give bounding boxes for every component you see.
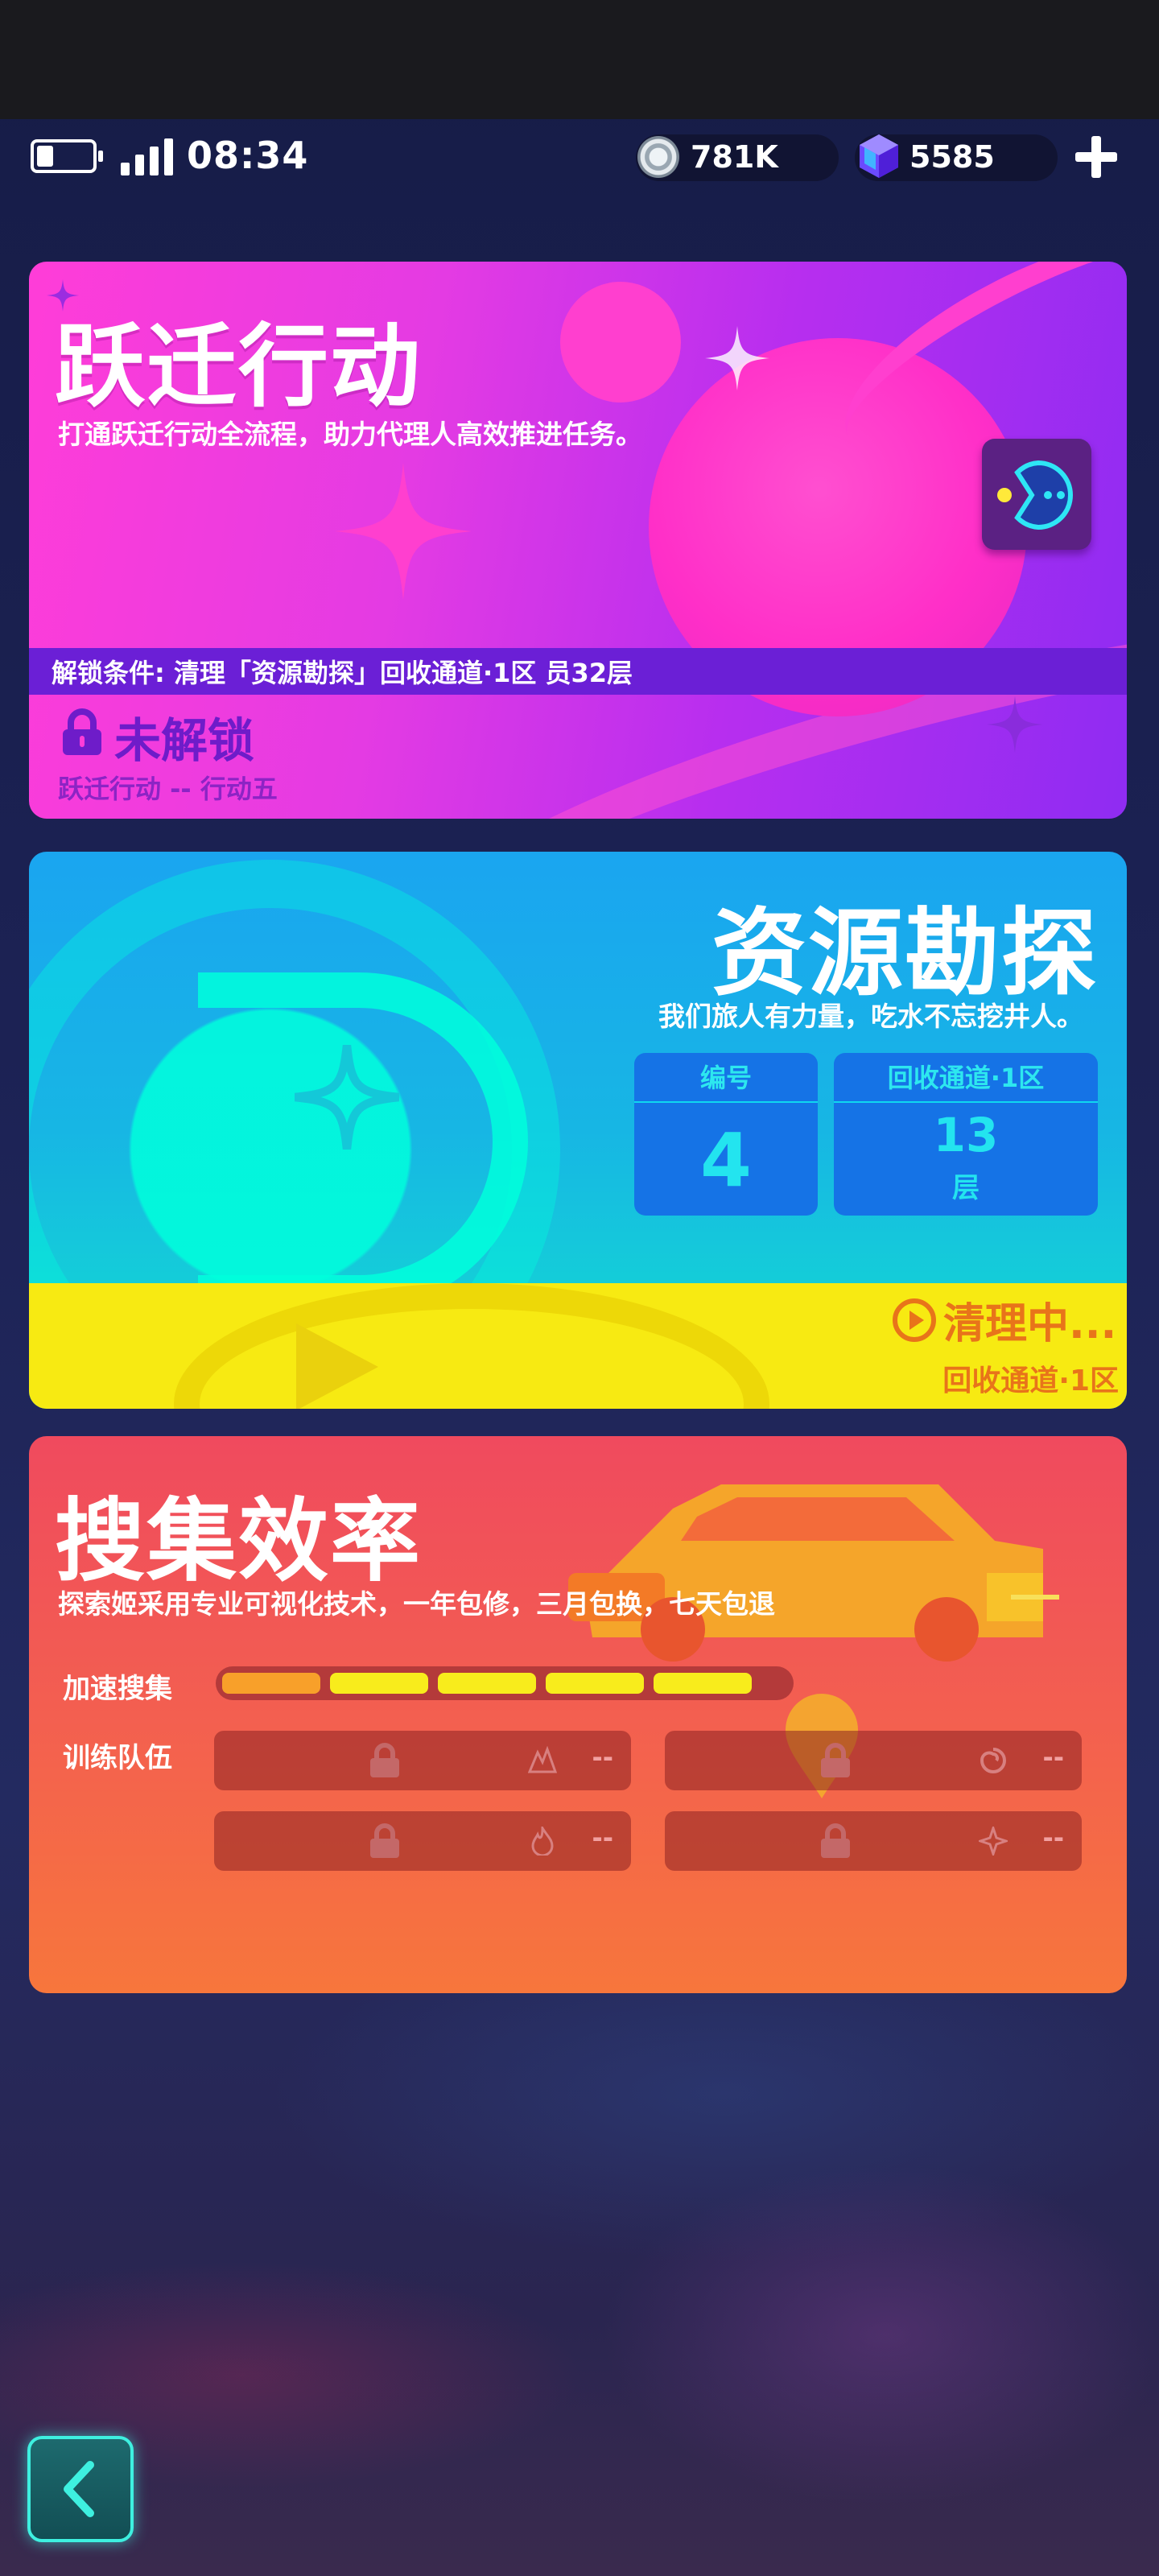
shuriken-icon bbox=[979, 1827, 1008, 1856]
number-label: 编号 bbox=[634, 1053, 818, 1103]
vehicle-illustration bbox=[568, 1484, 1059, 1662]
sparkle-icon bbox=[335, 463, 472, 600]
floor-unit: 层 bbox=[952, 1172, 980, 1204]
slot-value: -- bbox=[592, 1742, 613, 1773]
speed-segment bbox=[654, 1673, 752, 1694]
pacman-icon bbox=[997, 460, 1073, 530]
coin-amount: 781K bbox=[691, 139, 778, 175]
speed-segment bbox=[546, 1673, 644, 1694]
mascot-button[interactable] bbox=[982, 439, 1091, 550]
collection-efficiency-card[interactable]: 搜集效率 探索姬采用专业可视化技术，一年包修，三月包换，七天包退 加速搜集 训练… bbox=[29, 1436, 1127, 1993]
card-footer: 跃迁行动 -- 行动五 bbox=[58, 774, 278, 804]
lock-icon bbox=[821, 1823, 850, 1858]
coin-icon bbox=[637, 136, 679, 178]
swirl-icon bbox=[980, 1748, 1006, 1773]
flame-peak-icon bbox=[528, 1746, 557, 1773]
speed-progress-bar bbox=[216, 1666, 794, 1700]
compass-star-icon bbox=[295, 1045, 399, 1150]
slot-value: -- bbox=[1042, 1823, 1064, 1853]
card-subtitle: 我们旅人有力量，吃水不忘挖井人。 bbox=[658, 1001, 1083, 1032]
speed-segment bbox=[222, 1673, 320, 1694]
number-box: 编号 4 bbox=[634, 1053, 818, 1216]
back-button[interactable] bbox=[27, 2436, 134, 2542]
signal-icon bbox=[121, 138, 174, 175]
squad-slot[interactable]: -- bbox=[665, 1811, 1082, 1871]
squad-label: 训练队伍 bbox=[63, 1742, 172, 1774]
lock-icon bbox=[821, 1743, 850, 1777]
squad-slot[interactable]: -- bbox=[214, 1731, 631, 1790]
decor-triangle bbox=[296, 1323, 378, 1409]
channel-box: 回收通道·1区 13 层 bbox=[834, 1053, 1098, 1216]
sparkle-icon bbox=[705, 326, 769, 390]
sparkle-icon bbox=[987, 696, 1043, 753]
add-currency-button[interactable] bbox=[1070, 131, 1122, 183]
squad-slot[interactable]: -- bbox=[665, 1731, 1082, 1790]
top-bezel bbox=[0, 0, 1159, 119]
card-title: 搜集效率 bbox=[55, 1489, 422, 1594]
speed-label: 加速搜集 bbox=[63, 1673, 172, 1705]
unlock-condition-text: 解锁条件: 清理「资源勘探」回收通道·1区 员32层 bbox=[52, 658, 633, 688]
speed-segment bbox=[330, 1673, 428, 1694]
play-icon bbox=[893, 1298, 936, 1342]
channel-label: 回收通道·1区 bbox=[834, 1053, 1098, 1103]
lock-icon bbox=[63, 708, 101, 755]
squad-slot[interactable]: -- bbox=[214, 1811, 631, 1871]
slot-value: -- bbox=[1042, 1742, 1064, 1773]
battery-icon bbox=[31, 139, 103, 173]
gem-icon bbox=[860, 134, 898, 178]
card-subtitle: 打通跃迁行动全流程，助力代理人高效推进任务。 bbox=[58, 419, 642, 450]
locked-status: 未解锁 bbox=[114, 713, 255, 768]
clearing-status: 清理中... bbox=[943, 1300, 1117, 1348]
card-subtitle: 探索姬采用专业可视化技术，一年包修，三月包换，七天包退 bbox=[58, 1588, 775, 1620]
clock: 08:34 bbox=[187, 134, 309, 177]
speed-segment bbox=[438, 1673, 536, 1694]
warp-operation-card[interactable]: 跃迁行动 打通跃迁行动全流程，助力代理人高效推进任务。 解锁条件: 清理「资源勘… bbox=[29, 262, 1127, 819]
number-value: 4 bbox=[699, 1117, 752, 1203]
lock-icon bbox=[370, 1743, 399, 1777]
floor-value: 13 bbox=[933, 1108, 999, 1162]
slot-value: -- bbox=[592, 1823, 613, 1853]
fire-icon bbox=[531, 1827, 554, 1856]
lock-icon bbox=[370, 1823, 399, 1858]
gem-amount: 5585 bbox=[909, 139, 995, 175]
card-title: 跃迁行动 bbox=[55, 315, 422, 419]
resource-exploration-card[interactable]: 资源勘探 我们旅人有力量，吃水不忘挖井人。 编号 4 回收通道·1区 13 层 … bbox=[29, 852, 1127, 1409]
decor-moon bbox=[560, 282, 681, 402]
chevron-left-icon bbox=[64, 2461, 94, 2517]
card-title: 资源勘探 bbox=[711, 898, 1098, 1009]
card-footer: 回收通道·1区 bbox=[942, 1364, 1119, 1397]
